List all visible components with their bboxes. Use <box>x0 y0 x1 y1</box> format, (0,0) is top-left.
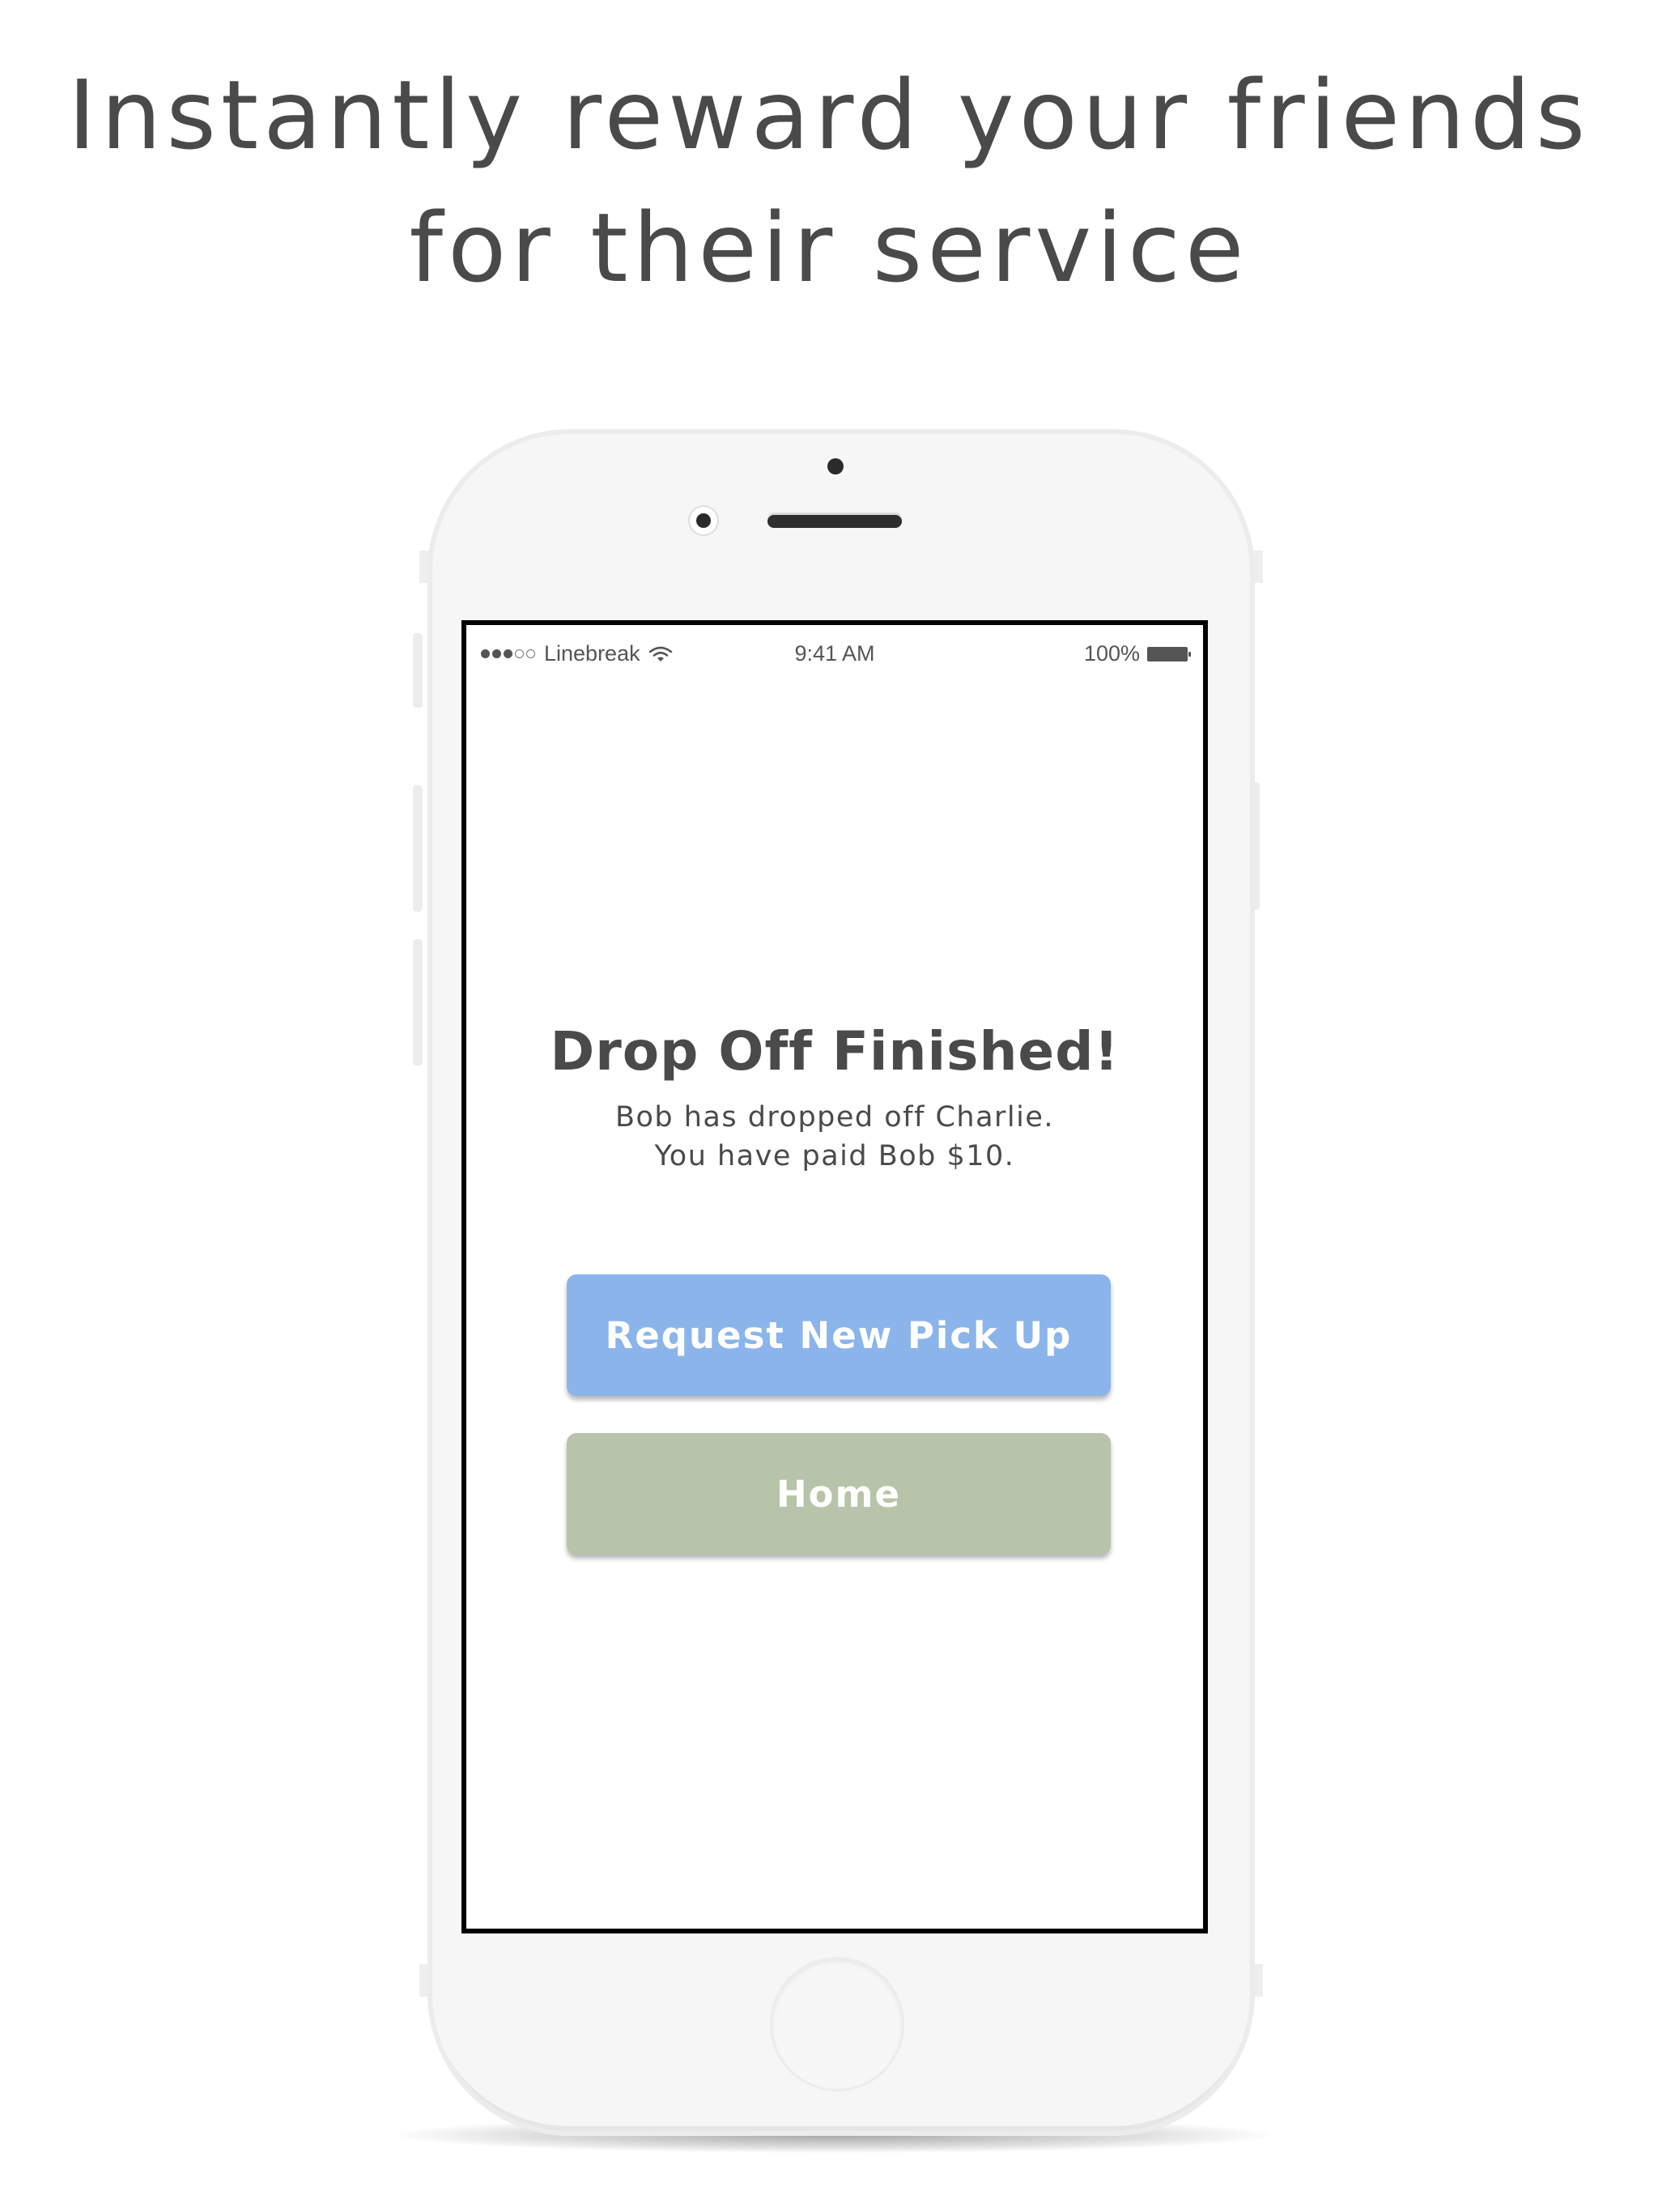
marketing-headline: Instantly reward your friends for their … <box>0 49 1658 314</box>
volume-up-button <box>413 785 423 912</box>
confirmation-message-line-1: Bob has dropped off Charlie. <box>614 1101 1055 1134</box>
front-camera-icon <box>827 458 844 474</box>
headline-line-2: for their service <box>409 192 1249 304</box>
status-right: 100% <box>1084 641 1192 666</box>
volume-down-button <box>413 939 423 1066</box>
home-hardware-button[interactable] <box>772 1959 902 2089</box>
earpiece-speaker <box>767 515 902 528</box>
mute-switch <box>413 633 423 708</box>
status-bar: Linebreak 9:41 AM 100% <box>466 625 1203 666</box>
confirmation-message-line-2: You have paid Bob $10. <box>654 1140 1015 1172</box>
page-title: Drop Off Finished! <box>550 1020 1120 1083</box>
home-button[interactable]: Home <box>567 1433 1111 1555</box>
battery-icon <box>1147 646 1191 661</box>
phone-screen: Linebreak 9:41 AM 100% Drop Off Finished… <box>461 620 1208 1933</box>
request-new-pickup-button[interactable]: Request New Pick Up <box>567 1274 1111 1396</box>
proximity-sensor-icon <box>690 507 717 534</box>
battery-percentage: 100% <box>1083 641 1140 666</box>
headline-line-1: Instantly reward your friends <box>67 59 1591 171</box>
